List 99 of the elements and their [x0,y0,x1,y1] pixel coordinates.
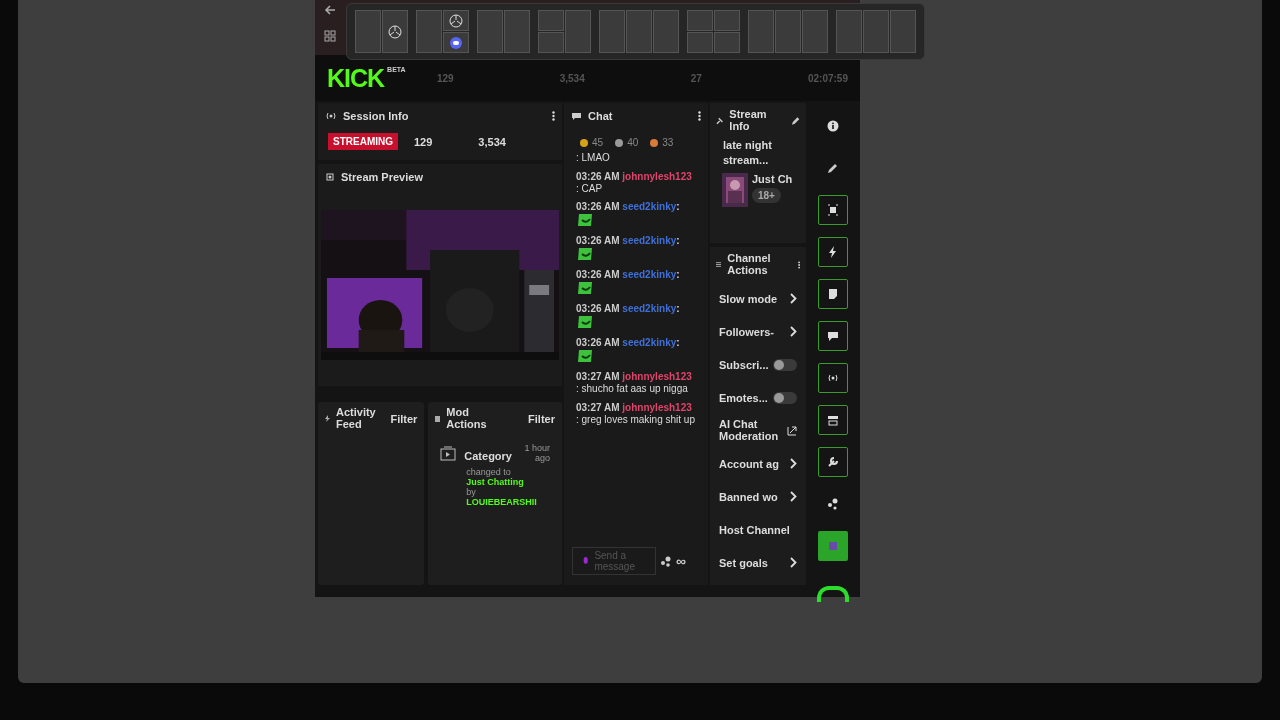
grid-icon[interactable] [324,30,336,42]
video-icon[interactable] [818,405,848,435]
action-label[interactable]: Emotes... [719,391,768,404]
chevron-icon[interactable] [790,557,797,569]
message-text: : CAP [576,181,604,196]
action-label[interactable]: Account ag [719,457,779,470]
wrench-icon[interactable] [818,447,848,477]
toggle-switch[interactable] [773,358,797,371]
external-link-icon[interactable] [787,425,797,436]
action-title: Category [464,450,512,463]
bolt-icon [325,415,330,423]
message-time: 03:26 AM [576,303,620,314]
toggle-switch[interactable] [773,391,797,404]
emote-icon [576,212,594,228]
message-text: : [676,201,680,212]
chat-username[interactable]: johnnylesh123 [622,401,692,413]
action-time: 1 hour ago [523,443,550,464]
stat-value: 27 [690,72,702,84]
message-text: : [676,303,680,314]
aperture-icon [449,13,463,28]
snap-layout-option[interactable] [416,10,469,53]
chevron-icon[interactable] [790,293,797,305]
broadcast-icon [325,112,337,120]
panel-title: Session Info [343,110,409,122]
chat-username[interactable]: johnnylesh123 [622,170,692,182]
panel-title: Mod Actions [446,407,488,431]
infinity-icon[interactable]: ∞ [676,553,686,569]
broadcast-icon[interactable] [818,363,848,393]
message-time: 03:27 AM [576,401,620,413]
message-time: 03:26 AM [576,235,620,246]
message-text: : [676,235,680,246]
rating-tag: 18+ [752,187,781,203]
dots-icon[interactable] [660,555,672,567]
panel-title: Chat [588,110,613,122]
camera-icon [325,172,335,182]
panel-title: Stream Preview [341,171,423,183]
chat-icon [571,111,582,121]
stream-title: late night stream... [722,138,773,169]
bolt-icon[interactable] [818,237,848,267]
panel-title: Stream Info [729,109,768,133]
more-icon[interactable] [797,259,800,270]
edit-icon[interactable] [790,115,800,126]
chevron-icon[interactable] [790,326,797,338]
message-time: 03:26 AM [576,269,620,280]
list-icon [716,261,722,269]
stat-value: 3,534 [559,72,585,84]
badge-count: 40 [627,137,639,148]
badge-count: 45 [592,137,604,148]
category-name: Just Ch [752,172,793,185]
chevron-icon[interactable] [790,491,797,503]
message-text: : LMAO [576,151,611,165]
pin-icon [716,116,724,125]
message-time: 03:26 AM [576,201,620,212]
message-time: 03:27 AM [576,371,620,382]
aperture-icon [388,24,402,39]
more-icon[interactable] [698,111,701,121]
action-text: by [466,487,477,498]
username-link[interactable]: LOUIEBEARSHII [466,497,550,508]
action-text: changed to [466,467,512,478]
streaming-badge: STREAMING [328,133,398,150]
action-label[interactable]: AI Chat Moderation [719,419,785,443]
action-label[interactable]: Banned wo [719,490,778,503]
emote-icon [576,314,594,330]
message-time: 03:26 AM [576,337,620,348]
snap-layout-option[interactable] [355,10,408,53]
emote-icon [576,280,594,296]
chevron-icon[interactable] [790,458,797,470]
video-icon [440,445,457,462]
category-link[interactable]: Just Chatting [466,477,550,488]
filter-button[interactable]: Filter [390,412,418,425]
stat-value: 02:07:59 [807,72,848,84]
note-icon [435,415,441,422]
discord-icon [450,36,462,49]
follower-count: 3,534 [478,135,506,148]
action-label[interactable]: Set goals [719,556,768,569]
panel-title: Channel Actions [727,253,772,277]
message-time: 03:26 AM [576,170,620,182]
kick-logo[interactable]: KICK [327,65,385,91]
action-label[interactable]: Subscri... [719,358,769,371]
action-label[interactable]: Host Channel [719,523,790,536]
action-label[interactable]: Followers- [719,325,774,338]
chat-username[interactable]: johnnylesh123 [622,371,692,382]
panel-title: Activity Feed [336,407,377,431]
message-text: : [676,269,680,280]
chat-icon[interactable] [818,321,848,351]
message-text: : [676,337,680,348]
back-arrow-icon[interactable] [324,4,336,16]
stat-value: 129 [437,72,454,84]
emote-icon [576,246,594,262]
more-icon[interactable] [552,111,555,121]
filter-button[interactable]: Filter [528,412,555,425]
note-icon[interactable] [818,279,848,309]
action-label[interactable]: Slow mode [719,292,778,305]
badge-count: 33 [662,137,674,148]
message-text: : shucho fat aas up nigga [576,382,689,396]
camera-icon[interactable] [818,195,848,225]
message-text: : greg loves making shit up [576,413,696,427]
emote-icon [576,348,594,364]
viewer-count: 129 [414,135,433,148]
